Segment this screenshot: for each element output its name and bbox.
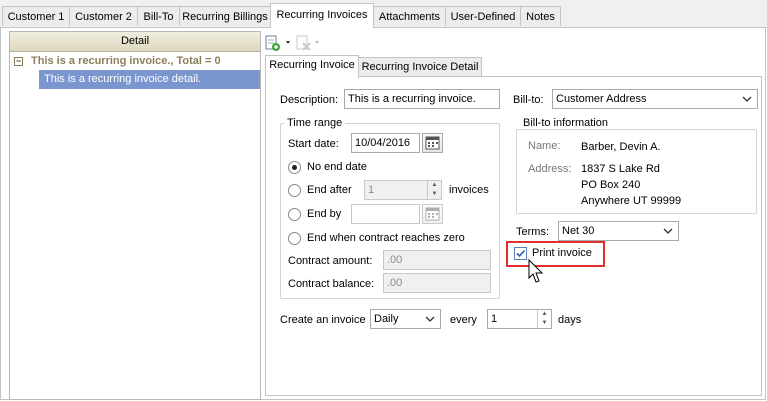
every-spinner[interactable]: ▲ ▼ <box>537 310 551 328</box>
description-field[interactable]: This is a recurring invoice. <box>344 89 500 109</box>
tab-user-defined[interactable]: User-Defined <box>445 6 521 26</box>
start-date-calendar-button[interactable] <box>422 133 443 153</box>
contract-amount-label: Contract amount: <box>288 255 373 267</box>
billto-value: Customer Address <box>556 93 647 105</box>
tab-divider <box>374 27 767 28</box>
tab-attachments[interactable]: Attachments <box>373 6 446 26</box>
contract-amount-field[interactable]: .00 <box>383 250 491 270</box>
add-button[interactable] <box>264 34 292 52</box>
name-label: Name: <box>528 140 561 152</box>
mouse-pointer-icon <box>528 259 544 283</box>
address-line-2: PO Box 240 <box>581 179 641 191</box>
chevron-down-icon <box>742 96 752 102</box>
contract-balance-field[interactable]: .00 <box>383 273 491 293</box>
end-after-value: 1 <box>368 184 375 196</box>
contract-balance-label: Contract balance: <box>288 278 375 290</box>
delete-document-icon <box>296 35 319 51</box>
end-contract-label: End when contract reaches zero <box>307 232 465 244</box>
end-after-label: End after <box>307 184 352 196</box>
time-range-title: Time range <box>284 117 346 129</box>
collapse-icon[interactable]: − <box>14 57 23 66</box>
every-value: 1 <box>491 313 498 325</box>
end-by-label: End by <box>307 208 342 220</box>
terms-select[interactable]: Net 30 <box>558 221 679 241</box>
terms-value: Net 30 <box>562 225 595 237</box>
no-end-date-radio[interactable] <box>288 161 301 174</box>
chevron-down-icon <box>425 316 435 322</box>
description-label: Description: <box>280 94 339 106</box>
print-invoice-label: Print invoice <box>532 247 592 259</box>
calendar-icon <box>425 136 440 150</box>
invoice-group-row[interactable]: − This is a recurring invoice., Total = … <box>10 53 260 70</box>
calendar-icon <box>425 207 440 221</box>
print-invoice-checkbox[interactable] <box>514 247 527 260</box>
every-label: every <box>450 314 477 326</box>
address-line-3: Anywhere UT 99999 <box>581 195 682 207</box>
subtab-recurring-invoice[interactable]: Recurring Invoice <box>265 55 359 78</box>
terms-label: Terms: <box>516 226 549 238</box>
end-contract-radio[interactable] <box>288 232 301 245</box>
invoices-label: invoices <box>449 184 489 196</box>
subtab-recurring-invoice-detail[interactable]: Recurring Invoice Detail <box>358 57 482 77</box>
invoice-detail-row[interactable]: This is a recurring invoice detail. <box>39 70 260 89</box>
tab-notes[interactable]: Notes <box>520 6 561 26</box>
end-by-radio[interactable] <box>288 208 301 221</box>
chevron-down-icon <box>663 228 673 234</box>
tab-recurring-invoices[interactable]: Recurring Invoices <box>270 3 374 28</box>
add-document-icon <box>265 35 290 51</box>
tab-customer-1[interactable]: Customer 1 <box>2 6 70 26</box>
days-label: days <box>558 314 582 326</box>
every-stepper[interactable]: 1 ▲ ▼ <box>487 309 552 329</box>
billto-select[interactable]: Customer Address <box>552 89 758 109</box>
tab-divider <box>0 27 270 28</box>
tab-bill-to[interactable]: Bill-To <box>137 6 180 26</box>
detail-grid: Detail − This is a recurring invoice., T… <box>9 31 261 400</box>
end-after-stepper[interactable]: 1 ▲ ▼ <box>364 180 442 200</box>
frequency-value: Daily <box>374 313 399 325</box>
address-label: Address: <box>528 163 572 175</box>
address-line-1: 1837 S Lake Rd <box>581 163 660 175</box>
invoice-group-label: This is a recurring invoice., Total = 0 <box>31 55 221 67</box>
create-invoice-label: Create an invoice <box>280 314 366 326</box>
start-date-label: Start date: <box>288 138 339 150</box>
detail-column-header[interactable]: Detail <box>10 32 260 52</box>
no-end-date-label: No end date <box>307 161 367 173</box>
billto-label: Bill-to: <box>513 94 544 106</box>
delete-button[interactable] <box>295 34 323 52</box>
checkmark-icon <box>516 249 526 258</box>
top-tab-bar: Customer 1 Customer 2 Bill-To Recurring … <box>0 0 767 28</box>
start-date-field[interactable]: 10/04/2016 <box>351 133 420 153</box>
end-by-date-field[interactable] <box>351 204 420 224</box>
tab-customer-2[interactable]: Customer 2 <box>69 6 138 26</box>
end-after-spinner[interactable]: ▲ ▼ <box>427 181 441 199</box>
name-value: Barber, Devin A. <box>581 141 661 153</box>
billto-info-title: Bill-to information <box>520 117 611 129</box>
end-after-radio[interactable] <box>288 184 301 197</box>
tab-recurring-billings[interactable]: Recurring Billings <box>179 6 271 26</box>
frequency-select[interactable]: Daily <box>370 309 441 329</box>
end-by-calendar-button[interactable] <box>422 204 443 224</box>
